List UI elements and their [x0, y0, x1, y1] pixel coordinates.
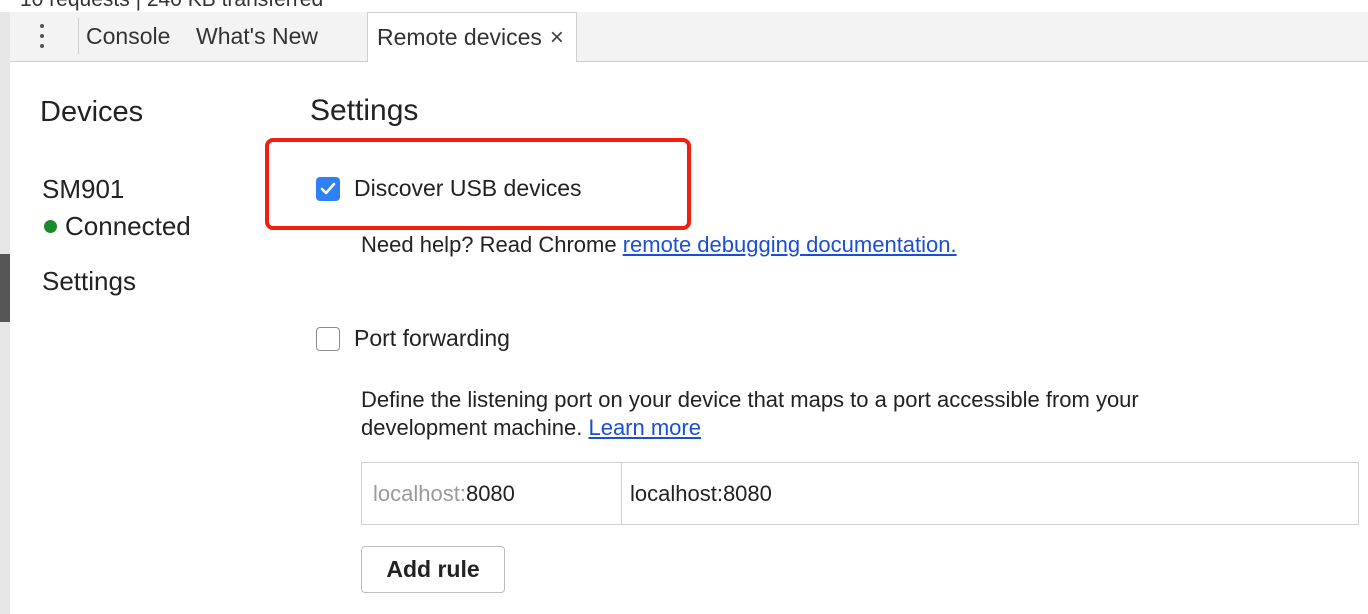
device-port-field[interactable]: localhost: 8080	[362, 463, 622, 524]
close-icon[interactable]: ×	[550, 13, 564, 62]
help-prefix: Need help? Read Chrome	[361, 232, 623, 257]
tab-whats-new[interactable]: What's New	[196, 12, 318, 61]
sidebar-item-settings[interactable]: Settings	[42, 266, 136, 297]
device-status: Connected	[44, 211, 191, 242]
checkmark-icon	[320, 182, 336, 194]
port-forwarding-description-text: Define the listening port on your device…	[361, 387, 1139, 440]
drawer-tab-bar: Console What's New Remote devices ×	[10, 12, 1368, 62]
more-vertical-icon[interactable]	[34, 23, 50, 51]
connected-dot-icon	[44, 220, 57, 233]
port-forwarding-toggle[interactable]: Port forwarding	[316, 325, 510, 352]
network-summary-text: 10 requests | 240 KB transferred	[20, 0, 323, 12]
sidebar-title: Devices	[40, 96, 144, 128]
device-name[interactable]: SM901	[42, 174, 124, 205]
tab-remote-devices[interactable]: Remote devices ×	[367, 12, 577, 62]
port-forwarding-rule-row: localhost: 8080 localhost:8080	[361, 462, 1359, 525]
help-text: Need help? Read Chrome remote debugging …	[361, 232, 957, 258]
tab-console[interactable]: Console	[86, 12, 170, 61]
settings-title: Settings	[310, 94, 419, 127]
port-prefix: localhost:	[373, 480, 466, 506]
network-summary-strip: 10 requests | 240 KB transferred	[0, 0, 1368, 12]
learn-more-link[interactable]: Learn more	[588, 415, 701, 440]
discover-usb-checkbox[interactable]	[316, 176, 340, 201]
remote-debugging-docs-link[interactable]: remote debugging documentation.	[623, 232, 957, 257]
local-address-value: localhost:8080	[630, 480, 772, 506]
resize-grip[interactable]	[0, 254, 10, 322]
port-forwarding-checkbox[interactable]	[316, 326, 340, 351]
add-rule-button[interactable]: Add rule	[361, 546, 505, 593]
discover-usb-toggle[interactable]: Discover USB devices	[316, 175, 582, 202]
local-address-field[interactable]: localhost:8080	[622, 463, 1358, 524]
panel-left-edge	[0, 12, 10, 614]
discover-usb-label: Discover USB devices	[354, 175, 582, 201]
tab-remote-devices-label: Remote devices	[377, 24, 542, 50]
tab-divider	[78, 18, 79, 54]
device-status-label: Connected	[65, 211, 191, 241]
port-forwarding-description: Define the listening port on your device…	[361, 386, 1261, 442]
device-port-value: 8080	[465, 480, 515, 506]
port-forwarding-label: Port forwarding	[354, 325, 510, 351]
